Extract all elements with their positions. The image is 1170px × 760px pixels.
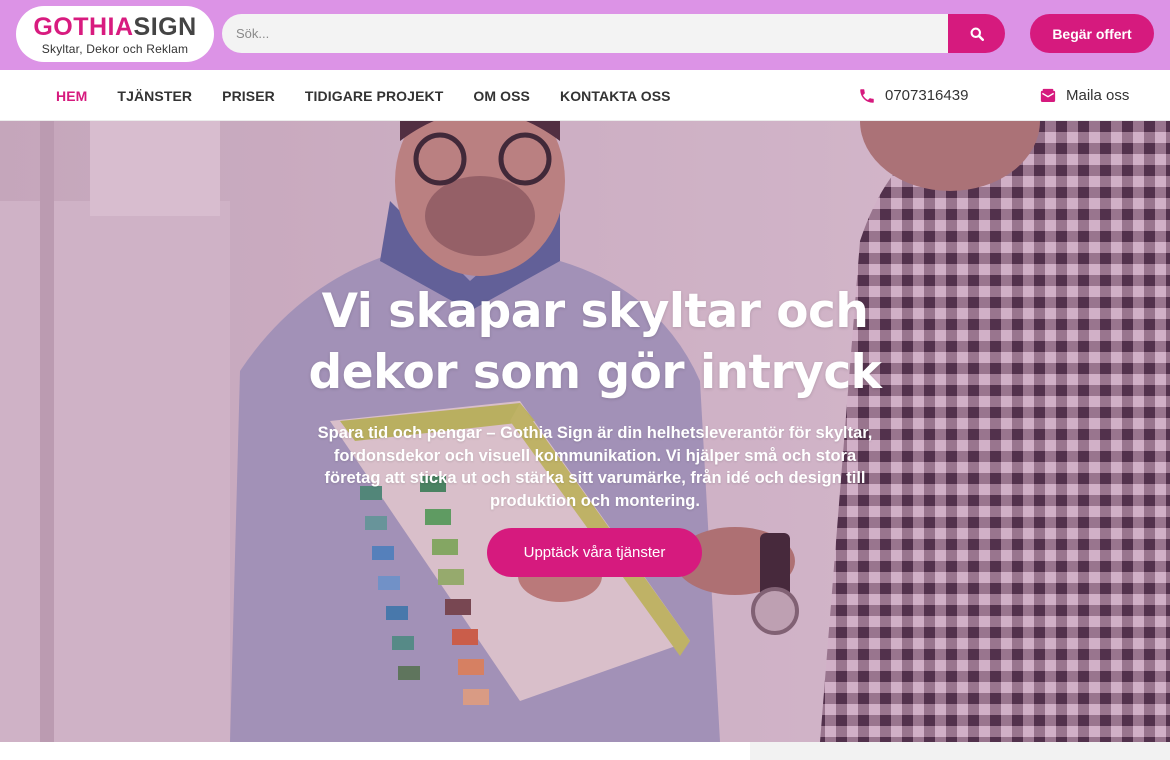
discover-services-button[interactable]: Upptäck våra tjänster [487, 528, 702, 577]
nav-item-hem[interactable]: HEM [56, 88, 87, 104]
mail-link[interactable]: Maila oss [1039, 70, 1129, 121]
phone-icon [860, 88, 874, 103]
logo-wordmark: GOTHIA SIGN [33, 12, 197, 41]
nav-links: HEM TJÄNSTER PRISER TIDIGARE PROJEKT OM … [56, 70, 701, 121]
search-bar [222, 14, 1005, 53]
search-input[interactable] [222, 14, 952, 53]
logo-tagline: Skyltar, Dekor och Reklam [41, 41, 189, 56]
content-section-left [0, 742, 750, 760]
logo-name-part1: GOTHIA [33, 12, 134, 41]
request-quote-button[interactable]: Begär offert [1030, 14, 1154, 53]
logo[interactable]: GOTHIA SIGN Skyltar, Dekor och Reklam [16, 6, 214, 62]
mail-label: Maila oss [1066, 87, 1130, 104]
hero-description: Spara tid och pengar – Gothia Sign är di… [317, 424, 873, 510]
nav-item-priser[interactable]: PRISER [222, 88, 275, 104]
search-icon [970, 27, 984, 41]
hero-title: Vi skapar skyltar och dekor som gör intr… [308, 284, 882, 400]
nav-item-om-oss[interactable]: OM OSS [473, 88, 530, 104]
content-section-right [750, 742, 1170, 760]
envelope-icon [1040, 88, 1056, 102]
nav-item-tidigare-projekt[interactable]: TIDIGARE PROJEKT [305, 88, 444, 104]
logo-name-part2: SIGN [133, 12, 197, 41]
nav-item-tjanster[interactable]: TJÄNSTER [117, 88, 192, 104]
main-nav: HEM TJÄNSTER PRISER TIDIGARE PROJEKT OM … [0, 70, 1170, 121]
phone-number: 0707316439 [885, 87, 969, 104]
nav-item-kontakta-oss[interactable]: KONTAKTA OSS [560, 88, 671, 104]
top-header: GOTHIASIGN Skyltar, Dekor och Reklam Beg… [0, 0, 1170, 70]
hero-section: Vi skapar skyltar och dekor som gör intr… [0, 121, 1170, 742]
search-button[interactable] [948, 14, 1005, 53]
phone-link[interactable]: 0707316439 [858, 70, 968, 121]
hero-content: Vi skapar skyltar och dekor som gör intr… [300, 281, 890, 512]
